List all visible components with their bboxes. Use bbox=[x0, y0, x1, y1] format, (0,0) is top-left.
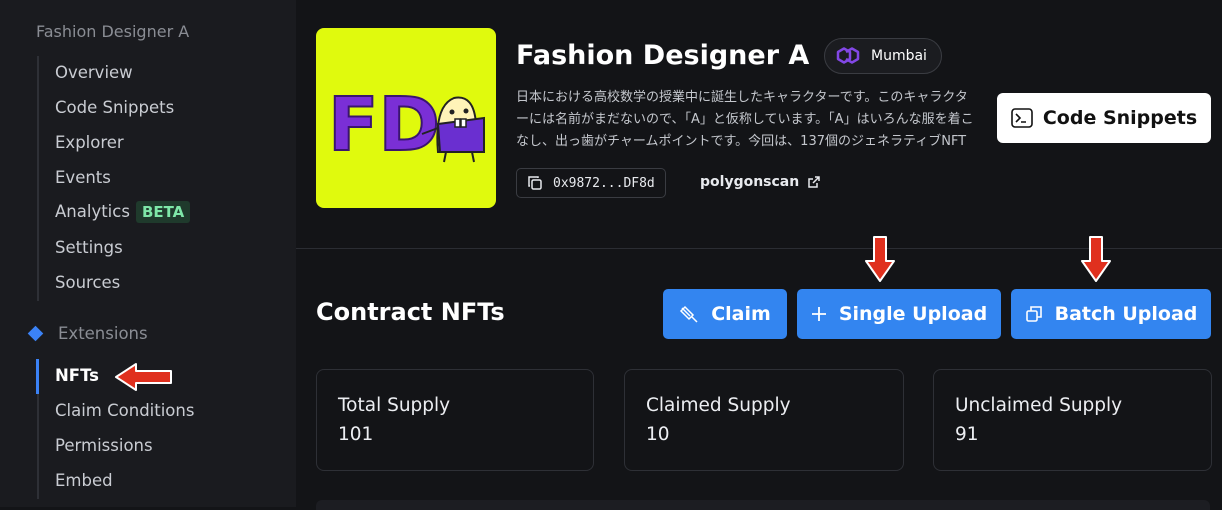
plus-icon bbox=[811, 307, 826, 321]
chain-name: Mumbai bbox=[871, 48, 927, 64]
beta-badge: BETA bbox=[135, 201, 191, 223]
sidebar-item-nfts[interactable]: NFTs bbox=[55, 366, 99, 385]
copy-stack-icon bbox=[1025, 306, 1042, 322]
sidebar-item-code-snippets[interactable]: Code Snippets bbox=[55, 98, 174, 117]
single-upload-button[interactable]: Single Upload bbox=[797, 289, 1001, 339]
sidebar-item-permissions[interactable]: Permissions bbox=[55, 436, 153, 455]
contract-description: 日本における高校数学の授業中に誕生したキャラクターです。このキャラクターには名前… bbox=[516, 90, 974, 149]
claim-button-label: Claim bbox=[711, 303, 771, 325]
extensions-label: Extensions bbox=[58, 324, 148, 343]
stat-value: 91 bbox=[955, 424, 979, 445]
stat-label: Total Supply bbox=[338, 395, 451, 416]
sidebar-item-sources[interactable]: Sources bbox=[55, 273, 120, 292]
batch-upload-button[interactable]: Batch Upload bbox=[1011, 289, 1211, 339]
contract-address: 0x9872...DF8d bbox=[553, 175, 655, 191]
nft-table-top bbox=[316, 500, 1210, 510]
sidebar-item-embed[interactable]: Embed bbox=[55, 471, 113, 490]
sidebar-item-overview[interactable]: Overview bbox=[55, 63, 133, 82]
annotation-arrow-down-icon bbox=[865, 236, 895, 282]
active-indicator bbox=[36, 359, 39, 394]
extensions-icon bbox=[27, 325, 44, 342]
contract-address-copy[interactable]: 0x9872...DF8d bbox=[516, 168, 666, 198]
sidebar-item-settings[interactable]: Settings bbox=[55, 238, 123, 257]
character-image-icon: FD bbox=[327, 81, 485, 169]
extensions-heading: Extensions bbox=[27, 324, 148, 343]
claim-icon bbox=[680, 305, 698, 323]
single-upload-button-label: Single Upload bbox=[838, 303, 988, 325]
stat-label: Unclaimed Supply bbox=[955, 395, 1123, 416]
sidebar-item-events[interactable]: Events bbox=[55, 168, 111, 187]
polygon-icon bbox=[836, 47, 860, 64]
terminal-icon bbox=[1011, 108, 1033, 128]
stat-card-claimed-supply: Claimed Supply 10 bbox=[624, 369, 904, 471]
chain-badge: Mumbai bbox=[824, 38, 942, 74]
sidebar-item-analytics[interactable]: Analytics BETA bbox=[55, 201, 191, 223]
sidebar-item-explorer[interactable]: Explorer bbox=[55, 133, 124, 152]
annotation-arrow-left-icon bbox=[115, 363, 172, 391]
stat-card-total-supply: Total Supply 101 bbox=[316, 369, 594, 471]
batch-upload-button-label: Batch Upload bbox=[1054, 303, 1198, 325]
code-snippets-button[interactable]: Code Snippets bbox=[997, 93, 1211, 143]
sidebar-item-analytics-label: Analytics bbox=[55, 202, 130, 221]
sidebar-nav-group: Overview Code Snippets Explorer Events A… bbox=[37, 56, 191, 301]
page-title: Fashion Designer A bbox=[516, 40, 810, 71]
polygonscan-label: polygonscan bbox=[700, 174, 800, 190]
copy-icon bbox=[528, 176, 542, 190]
annotation-arrow-down-icon bbox=[1081, 236, 1111, 282]
sidebar-contract-name: Fashion Designer A bbox=[36, 22, 190, 41]
main-content: FD Fashion Designer A Mumbai 日本における高校数学の… bbox=[296, 0, 1222, 510]
sidebar-item-claim-conditions[interactable]: Claim Conditions bbox=[55, 401, 194, 420]
section-title: Contract NFTs bbox=[316, 298, 505, 326]
stat-card-unclaimed-supply: Unclaimed Supply 91 bbox=[933, 369, 1212, 471]
polygonscan-link[interactable]: polygonscan bbox=[700, 174, 821, 190]
external-link-icon bbox=[808, 176, 820, 188]
stat-value: 10 bbox=[646, 424, 670, 445]
thumbnail-text: FD bbox=[328, 82, 440, 168]
sidebar: Fashion Designer A Overview Code Snippet… bbox=[0, 0, 296, 507]
contract-thumbnail: FD bbox=[316, 28, 496, 208]
claim-button[interactable]: Claim bbox=[663, 289, 787, 339]
stat-value: 101 bbox=[338, 424, 374, 445]
stat-label: Claimed Supply bbox=[646, 395, 791, 416]
code-snippets-button-label: Code Snippets bbox=[1042, 107, 1198, 129]
